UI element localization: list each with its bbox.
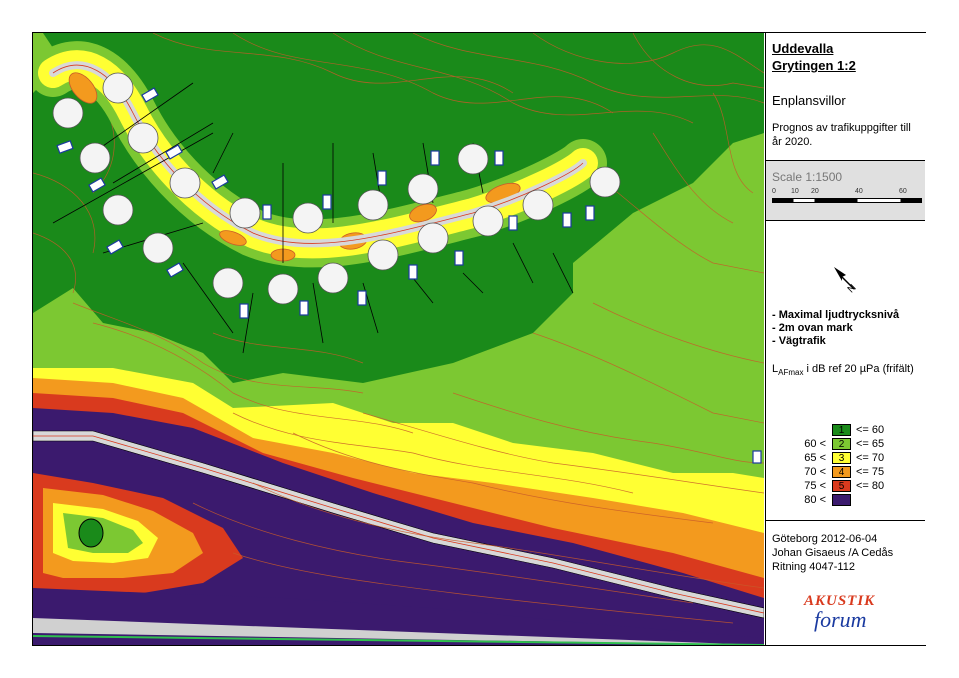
legend-class-upper: <= 65 xyxy=(856,438,885,450)
legend-class-lower: 70 < xyxy=(804,466,826,478)
scale-tick: 20 xyxy=(811,188,819,195)
legend-class-upper: <= 70 xyxy=(856,452,885,464)
project-subtitle: Grytingen 1:2 xyxy=(772,58,856,73)
scale-tick: 40 xyxy=(855,188,863,195)
scale-section: Scale 1:1500 0 10 20 40 60 xyxy=(766,161,925,221)
quantity-subscript: AFmax xyxy=(778,368,804,378)
quantity-unit: i dB ref 20 µPa (frifält) xyxy=(803,363,914,375)
title-block: Uddevalla Grytingen 1:2 Enplansvillor Pr… xyxy=(765,33,926,645)
legend-class-lower xyxy=(780,424,826,437)
legend-class-swatch: 4 xyxy=(832,466,851,478)
legend-class-swatch: 1 xyxy=(832,424,851,436)
legend-class-upper: <= 75 xyxy=(856,466,885,478)
date-text: Göteborg 2012-06-04 xyxy=(772,533,878,545)
legend-class-swatch: 3 xyxy=(832,452,851,464)
legend-bullet: - Vägtrafik xyxy=(772,335,826,347)
legend-class-lower: 75 < xyxy=(804,480,826,492)
legend-class-upper: <= 80 xyxy=(856,480,885,492)
footer-section: Göteborg 2012-06-04 Johan Gisaeus /A Ced… xyxy=(766,521,925,645)
legend-class-upper: <= 60 xyxy=(856,424,885,436)
drawing-number: Ritning 4047-112 xyxy=(772,561,855,573)
scale-tick: 0 xyxy=(772,188,776,195)
legend-class-swatch: 5 xyxy=(832,480,851,492)
north-arrow-icon: N xyxy=(832,265,862,297)
scale-tick: 60 xyxy=(899,188,907,195)
title-section: Uddevalla Grytingen 1:2 Enplansvillor Pr… xyxy=(766,33,925,161)
legend-section: N - Maximal ljudtrycksnivå - 2m ovan mar… xyxy=(766,221,925,521)
legend-class-lower: 60 < xyxy=(804,438,826,450)
legend-bullet: - 2m ovan mark xyxy=(772,322,853,334)
author-text: Johan Gisaeus /A Cedås xyxy=(772,547,894,559)
legend-bullet: - Maximal ljudtrycksnivå xyxy=(772,309,900,321)
scale-tick: 10 xyxy=(791,188,799,195)
scale-bar xyxy=(772,198,922,203)
legend-class-swatch xyxy=(832,494,851,506)
akustik-forum-logo: AKUSTIK forum xyxy=(804,593,904,643)
building-type: Enplansvillor xyxy=(772,93,846,108)
legend-class-lower: 80 < xyxy=(804,494,826,506)
logo-text-bottom: forum xyxy=(814,607,867,632)
noise-map xyxy=(33,33,764,645)
legend-class-swatch: 2 xyxy=(832,438,851,450)
noise-map-svg xyxy=(33,33,764,645)
svg-text:N: N xyxy=(846,282,859,295)
project-title: Uddevalla xyxy=(772,41,834,56)
prognosis-text: Prognos av trafikuppgifter till år 2020. xyxy=(772,122,911,148)
legend-class-lower: 65 < xyxy=(804,452,826,464)
legend-quantity: LAFmax i dB ref 20 µPa (frifält) xyxy=(772,363,914,377)
scale-label: Scale 1:1500 xyxy=(772,170,843,184)
